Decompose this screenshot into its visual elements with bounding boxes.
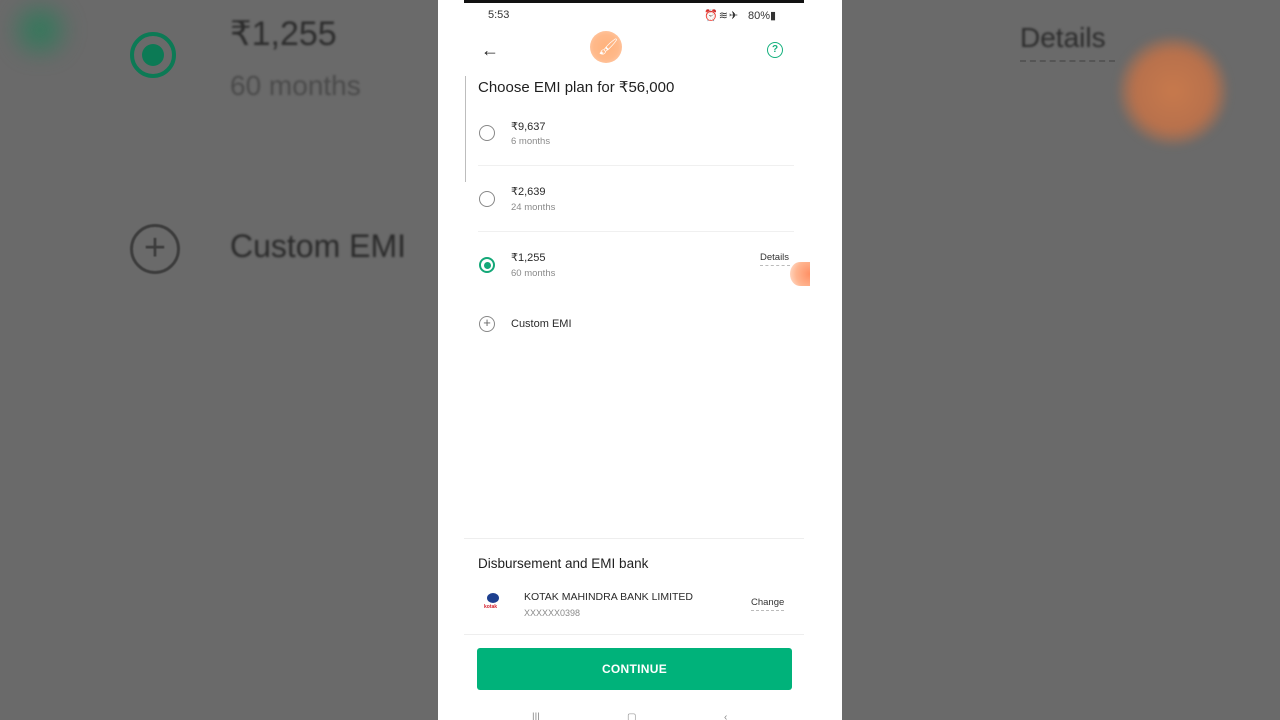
- page-title: Choose EMI plan for ₹56,000: [478, 79, 675, 96]
- plan-months: 60 months: [511, 268, 556, 279]
- emi-plan-option[interactable]: ₹9,637 6 months: [438, 110, 842, 170]
- emi-plan-option[interactable]: ₹2,639 24 months: [438, 176, 842, 236]
- continue-button[interactable]: CONTINUE: [477, 648, 792, 690]
- background-radio-icon: [130, 32, 176, 78]
- background-months: 60 months: [230, 70, 361, 101]
- recent-apps-icon[interactable]: |||: [532, 712, 540, 720]
- change-bank-link[interactable]: Change: [751, 597, 784, 608]
- details-link[interactable]: Details: [760, 252, 789, 263]
- battery-icon: ▮: [770, 10, 777, 22]
- logo-text: kotak: [484, 604, 498, 610]
- kotak-bank-logo: kotak: [481, 593, 505, 615]
- background-custom-emi: Custom EMI: [230, 228, 407, 264]
- background-plus-icon: +: [130, 224, 180, 274]
- battery-level: 80%▮: [748, 9, 776, 22]
- status-top-bar: [464, 0, 804, 3]
- phone-screen: 5:53 ⏰≋✈ 80%▮ ← 🖌 ? Choose EMI plan for …: [438, 0, 842, 720]
- divider: [478, 165, 794, 166]
- status-bar: 5:53 ⏰≋✈ 80%▮: [438, 4, 842, 26]
- plus-circle-icon[interactable]: +: [479, 316, 495, 332]
- alarm-icon: ⏰: [704, 10, 719, 22]
- background-dashed-line: [1020, 60, 1115, 62]
- radio-unselected-icon[interactable]: [479, 191, 495, 207]
- status-time: 5:53: [488, 9, 510, 21]
- background-left-panel: ₹1,255 60 months + Custom EMI: [0, 0, 438, 720]
- details-underline: [760, 265, 790, 266]
- radio-selected-icon[interactable]: [479, 257, 495, 273]
- section-divider: [464, 538, 804, 539]
- airplane-icon: ✈: [728, 10, 740, 22]
- bank-account-number: XXXXXX0398: [524, 608, 581, 618]
- brush-icon: 🖌: [598, 39, 619, 56]
- plan-amount: ₹9,637: [511, 121, 546, 133]
- emi-plan-option-selected[interactable]: ₹1,255 60 months: [438, 242, 842, 302]
- bank-section-title: Disbursement and EMI bank: [478, 556, 649, 571]
- plan-amount: ₹2,639: [511, 186, 546, 198]
- divider: [478, 231, 794, 232]
- background-amount: ₹1,255: [230, 15, 337, 53]
- radio-unselected-icon[interactable]: [479, 125, 495, 141]
- background-glow: [0, 0, 80, 60]
- back-nav-icon[interactable]: ‹: [724, 712, 727, 720]
- custom-emi-option[interactable]: Custom EMI: [511, 318, 572, 330]
- change-underline: [751, 610, 784, 611]
- background-details: Details: [1020, 22, 1106, 53]
- logo-circle: [487, 593, 499, 603]
- help-icon[interactable]: ?: [767, 42, 783, 58]
- bank-name: KOTAK MAHINDRA BANK LIMITED: [524, 591, 693, 603]
- plan-amount: ₹1,255: [511, 252, 546, 264]
- battery-text: 80%: [748, 10, 771, 22]
- bottom-divider: [464, 634, 804, 635]
- touch-indicator: [790, 262, 810, 286]
- plan-months: 24 months: [511, 202, 556, 213]
- plan-months: 6 months: [511, 136, 551, 147]
- wifi-icon: ≋: [718, 10, 729, 22]
- background-orange-glow: [1118, 36, 1228, 146]
- home-icon[interactable]: ▢: [627, 712, 636, 720]
- brush-button[interactable]: 🖌: [590, 31, 622, 63]
- back-arrow-icon[interactable]: ←: [478, 38, 502, 62]
- status-icons: ⏰≋✈: [704, 9, 739, 22]
